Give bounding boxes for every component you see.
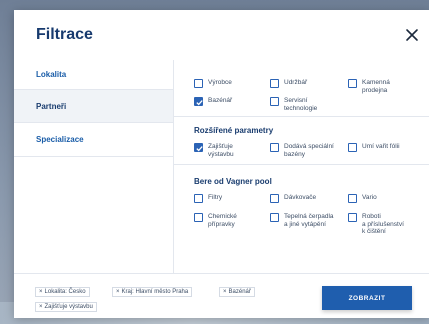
checkbox-box (270, 213, 279, 222)
remove-chip-icon: × (39, 289, 43, 295)
checkbox-box-checked (194, 143, 203, 152)
modal-header: Filtrace (14, 10, 429, 58)
filter-modal: Filtrace Lokalita Partneři Specializace … (14, 10, 429, 318)
checkbox-filtry[interactable]: Filtry (194, 194, 222, 203)
check-icon (196, 146, 203, 152)
sidebar-item-label: Specializace (36, 135, 84, 144)
checkbox-dodava-specialni-bazeny[interactable]: Dodává speciální bazény (270, 143, 334, 158)
active-filter-chip[interactable]: × Kraj: Hlavní město Praha (112, 287, 193, 297)
checkbox-label: Umí vařit fólii (362, 143, 400, 150)
checkbox-davkovace[interactable]: Dávkovače (270, 194, 316, 203)
active-filter-chip[interactable]: × Bazénář (219, 287, 255, 297)
checkbox-bazenar[interactable]: Bazénář (194, 97, 232, 106)
checkbox-box (194, 79, 203, 88)
checkbox-box (194, 213, 203, 222)
sidebar-item-partneri[interactable]: Partneři (14, 90, 173, 123)
checkbox-label: Tepelná čerpadla a jiné vytápění (284, 213, 334, 228)
checkbox-vario[interactable]: Vario (348, 194, 377, 203)
checkbox-label: Filtry (208, 194, 223, 201)
checkbox-box (270, 194, 279, 203)
extended-params-section: Rozšířené parametry Zajišťuje výstavbu D… (174, 117, 429, 165)
checkbox-box (270, 97, 279, 106)
check-icon (196, 100, 203, 106)
checkbox-label: Dávkovače (284, 194, 317, 201)
checkbox-label: Bazénář (208, 97, 233, 104)
show-results-button[interactable]: ZOBRAZIT (322, 286, 412, 310)
section-title: Rozšířené parametry (194, 126, 274, 135)
chip-label: Bazénář (228, 289, 251, 295)
chip-label: Zajišťuje výstavbu (44, 304, 93, 310)
remove-chip-icon: × (223, 289, 227, 295)
vagner-pool-section: Bere od Vagner pool Filtry Dávkovače Var… (174, 165, 429, 273)
checkbox-kamenna-prodejna[interactable]: Kamenná prodejna (348, 79, 390, 94)
checkbox-box-checked (194, 97, 203, 106)
checkbox-label: Roboti a příslušenství k čištění (362, 213, 404, 235)
close-icon (406, 29, 418, 41)
checkbox-vyrobce[interactable]: Výrobce (194, 79, 232, 88)
remove-chip-icon: × (116, 289, 120, 295)
checkbox-umi-varit-folii[interactable]: Umí vařit fólii (348, 143, 400, 152)
checkbox-box (348, 213, 357, 222)
checkbox-label: Servisní technologie (284, 97, 318, 112)
checkbox-box (194, 194, 203, 203)
checkbox-label: Vario (362, 194, 377, 201)
checkbox-box (348, 143, 357, 152)
checkbox-label: Výrobce (208, 79, 232, 86)
sidebar-item-label: Partneři (36, 101, 67, 111)
active-filter-chip[interactable]: × Zajišťuje výstavbu (35, 302, 97, 312)
checkbox-box (270, 79, 279, 88)
checkbox-box (270, 143, 279, 152)
remove-chip-icon: × (39, 304, 43, 310)
modal-title: Filtrace (36, 26, 93, 43)
close-button[interactable] (403, 26, 421, 44)
checkbox-label: Kamenná prodejna (362, 79, 390, 94)
section-title: Bere od Vagner pool (194, 177, 272, 186)
sidebar-item-label: Lokalita (36, 70, 67, 79)
checkbox-label: Chemické přípravky (208, 213, 237, 228)
chip-label: Kraj: Hlavní město Praha (121, 289, 189, 295)
checkbox-tepelna-cerpadla[interactable]: Tepelná čerpadla a jiné vytápění (270, 213, 334, 228)
chip-label: Lokalita: Česko (44, 289, 86, 295)
partners-section: Výrobce Udržbář Kamenná prodejna Bazénář… (174, 60, 429, 117)
active-filter-chip[interactable]: × Lokalita: Česko (35, 287, 90, 297)
checkbox-box (348, 194, 357, 203)
filter-content: Výrobce Udržbář Kamenná prodejna Bazénář… (174, 60, 429, 273)
checkbox-udrzbar[interactable]: Udržbář (270, 79, 307, 88)
checkbox-servisni-technologie[interactable]: Servisní technologie (270, 97, 317, 112)
sidebar-item-specializace[interactable]: Specializace (14, 123, 173, 157)
checkbox-zajistuje-vystavbu[interactable]: Zajišťuje výstavbu (194, 143, 234, 158)
sidebar-item-lokalita[interactable]: Lokalita (14, 60, 173, 90)
checkbox-roboti[interactable]: Roboti a příslušenství k čištění (348, 213, 404, 236)
checkbox-chemicke-pripravky[interactable]: Chemické přípravky (194, 213, 237, 228)
filter-sidebar: Lokalita Partneři Specializace (14, 60, 174, 273)
checkbox-label: Dodává speciální bazény (284, 143, 334, 158)
filter-footer: × Lokalita: Česko × Kraj: Hlavní město P… (14, 273, 429, 318)
checkbox-label: Zajišťuje výstavbu (208, 143, 234, 158)
checkbox-box (348, 79, 357, 88)
checkbox-label: Udržbář (284, 79, 308, 86)
